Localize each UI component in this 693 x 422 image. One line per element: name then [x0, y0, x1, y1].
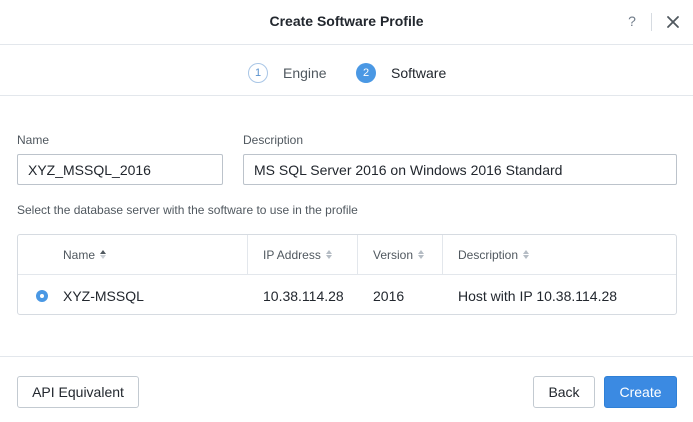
column-header-label: Name [63, 247, 96, 262]
row-version-cell: 2016 [373, 288, 405, 304]
step-label: Software [391, 65, 447, 81]
header-divider [651, 13, 652, 31]
row-description-cell: Host with IP 10.38.114.28 [458, 288, 618, 304]
column-header-name[interactable]: Name [63, 235, 107, 274]
column-header-label: IP Address [263, 247, 321, 262]
table-instruction: Select the database server with the soft… [17, 203, 358, 217]
column-header-version[interactable]: Version [373, 235, 425, 274]
step-number-badge: 1 [248, 63, 268, 83]
api-equivalent-button[interactable]: API Equivalent [17, 376, 139, 408]
create-button[interactable]: Create [604, 376, 677, 408]
sort-icon [418, 250, 425, 259]
row-radio-button[interactable] [36, 290, 48, 302]
name-input[interactable] [17, 154, 223, 185]
table-header: Name IP Address Version Description [18, 235, 676, 275]
close-icon[interactable] [664, 13, 682, 31]
footer-divider [0, 356, 693, 357]
column-header-description[interactable]: Description [458, 235, 530, 274]
step-engine[interactable]: 1 Engine [248, 63, 327, 83]
column-divider[interactable] [442, 235, 443, 274]
row-name-cell: XYZ-MSSQL [63, 288, 144, 304]
dialog-title: Create Software Profile [269, 13, 424, 29]
sort-icon [100, 250, 107, 259]
column-header-ip-address[interactable]: IP Address [263, 235, 332, 274]
description-label: Description [243, 133, 304, 147]
column-header-label: Version [373, 247, 414, 262]
step-software[interactable]: 2 Software [356, 63, 446, 83]
database-server-table: Name IP Address Version Description XYZ-… [17, 234, 677, 315]
column-divider[interactable] [357, 235, 358, 274]
description-input[interactable] [243, 154, 677, 185]
name-label: Name [17, 133, 50, 147]
column-header-label: Description [458, 247, 519, 262]
row-ip-cell: 10.38.114.28 [263, 288, 344, 304]
sort-icon [325, 250, 332, 259]
column-divider[interactable] [247, 235, 248, 274]
step-number-badge: 2 [356, 63, 376, 83]
wizard-steps: 1 Engine 2 Software [0, 46, 693, 96]
step-label: Engine [283, 65, 327, 81]
back-button[interactable]: Back [533, 376, 595, 408]
dialog-header: Create Software Profile ? [0, 0, 693, 45]
sort-icon [523, 250, 530, 259]
help-icon[interactable]: ? [625, 13, 639, 31]
